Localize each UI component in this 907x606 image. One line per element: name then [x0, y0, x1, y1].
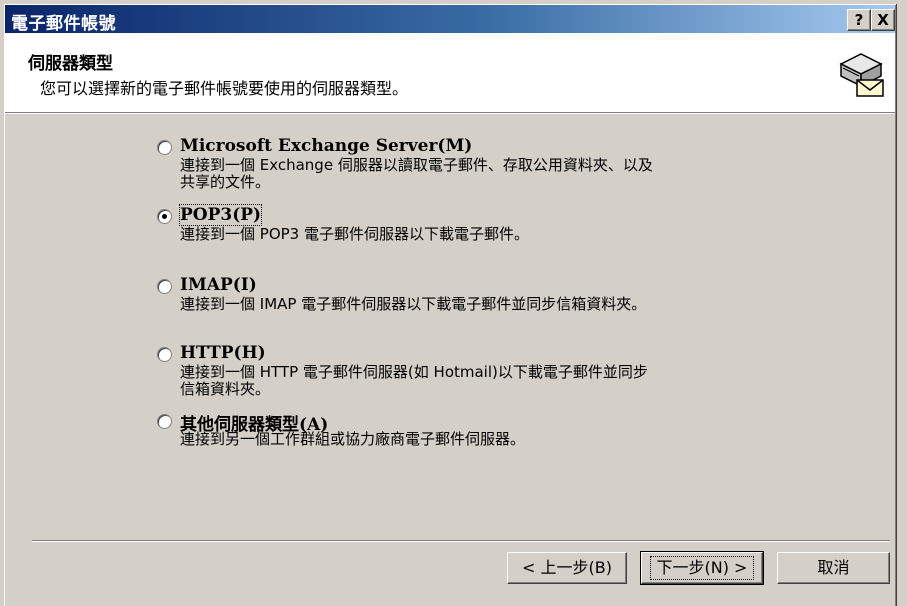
back-button-label: < 上一步(B): [522, 558, 612, 577]
radio-other[interactable]: [157, 414, 172, 429]
help-button[interactable]: ?: [847, 9, 871, 31]
radio-exchange[interactable]: [157, 140, 172, 155]
radio-imap[interactable]: [157, 279, 172, 294]
option-imap-label[interactable]: IMAP(I): [180, 275, 257, 295]
option-http-description: 連接到一個 HTTP 電子郵件伺服器(如 Hotmail)以下載電子郵件並同步 …: [180, 363, 648, 398]
cancel-button[interactable]: 取消: [777, 552, 890, 584]
radio-http[interactable]: [157, 347, 172, 362]
option-other-description: 連接到另一個工作群組或協力廠商電子郵件伺服器。: [180, 430, 526, 448]
page-subtitle: 您可以選擇新的電子郵件帳號要使用的伺服器類型。: [40, 79, 409, 98]
option-pop3-description: 連接到一個 POP3 電子郵件伺服器以下載電子郵件。: [180, 225, 529, 243]
dialog-window: 電子郵件帳號 ? X 伺服器類型 您可以選擇新的電子郵件帳號要使用的伺服器類型。…: [0, 0, 907, 606]
radio-pop3[interactable]: [157, 209, 172, 224]
back-button[interactable]: < 上一步(B): [507, 552, 627, 584]
next-button[interactable]: 下一步(N) >: [640, 551, 764, 585]
close-button[interactable]: X: [871, 9, 895, 31]
wizard-header: 伺服器類型 您可以選擇新的電子郵件帳號要使用的伺服器類型。: [5, 33, 895, 112]
option-pop3-label[interactable]: POP3(P): [178, 204, 263, 226]
window-title: 電子郵件帳號: [11, 14, 116, 34]
mail-server-icon: [839, 53, 884, 97]
cancel-button-label: 取消: [817, 558, 850, 577]
page-title: 伺服器類型: [28, 54, 113, 74]
next-button-label: 下一步(N) >: [649, 556, 755, 580]
header-separator: [5, 112, 895, 114]
dialog-edge-right-outer: [896, 4, 897, 606]
option-http-label[interactable]: HTTP(H): [180, 343, 266, 363]
footer-separator: [32, 540, 890, 542]
option-imap-description: 連接到一個 IMAP 電子郵件伺服器以下載電子郵件並同步信箱資料夾。: [180, 295, 647, 313]
option-exchange-description: 連接到一個 Exchange 伺服器以讀取電子郵件、存取公用資料夾、以及 共享的…: [180, 156, 653, 191]
title-bar[interactable]: 電子郵件帳號 ? X: [5, 5, 895, 34]
option-exchange-label[interactable]: Microsoft Exchange Server(M): [180, 136, 472, 156]
